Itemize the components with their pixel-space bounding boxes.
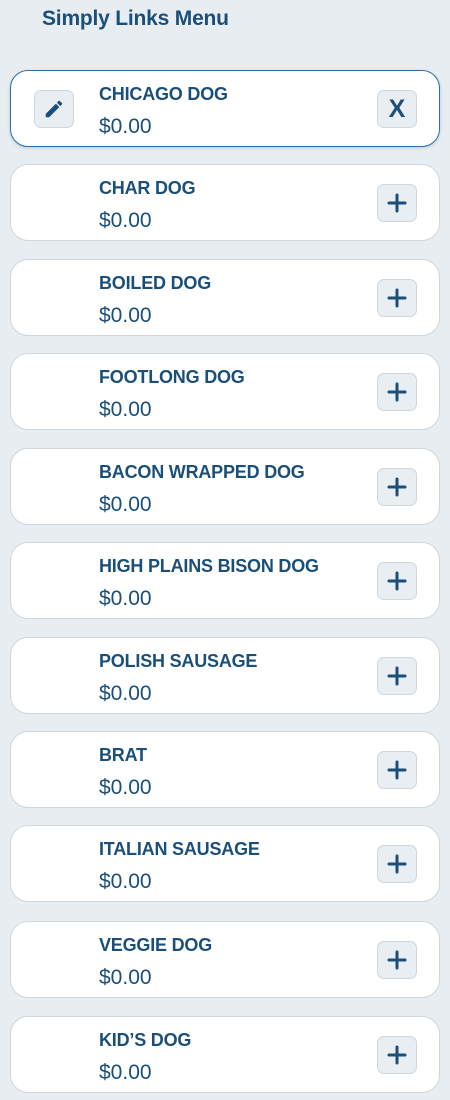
pencil-icon <box>45 100 63 118</box>
item-name: FOOTLONG DOG <box>99 367 245 387</box>
item-name: HIGH PLAINS BISON DOG <box>99 556 319 576</box>
plus-icon <box>387 760 407 780</box>
item-name: CHAR DOG <box>99 178 196 198</box>
plus-icon <box>387 382 407 402</box>
menu-item[interactable]: ITALIAN SAUSAGE $0.00 <box>10 825 440 902</box>
add-button[interactable] <box>377 1036 417 1074</box>
remove-button[interactable]: X <box>377 90 417 128</box>
plus-icon <box>387 950 407 970</box>
add-button[interactable] <box>377 562 417 600</box>
plus-icon <box>387 477 407 497</box>
menu-item[interactable]: CHICAGO DOG $0.00 X <box>10 70 440 147</box>
item-name: CHICAGO DOG <box>99 84 228 104</box>
item-name: ITALIAN SAUSAGE <box>99 839 260 859</box>
item-name: KID’S DOG <box>99 1030 192 1050</box>
plus-icon <box>387 1045 407 1065</box>
plus-icon <box>387 666 407 686</box>
add-button[interactable] <box>377 279 417 317</box>
menu-item[interactable]: POLISH SAUSAGE $0.00 <box>10 637 440 714</box>
plus-icon <box>387 854 407 874</box>
menu-item[interactable]: HIGH PLAINS BISON DOG $0.00 <box>10 542 440 619</box>
item-price: $0.00 <box>99 1061 152 1084</box>
item-price: $0.00 <box>99 115 152 138</box>
item-price: $0.00 <box>99 209 152 232</box>
add-button[interactable] <box>377 941 417 979</box>
menu-item[interactable]: FOOTLONG DOG $0.00 <box>10 353 440 430</box>
item-name: BRAT <box>99 745 147 765</box>
item-price: $0.00 <box>99 966 152 989</box>
add-button[interactable] <box>377 657 417 695</box>
item-price: $0.00 <box>99 776 152 799</box>
item-price: $0.00 <box>99 493 152 516</box>
menu-item[interactable]: VEGGIE DOG $0.00 <box>10 921 440 998</box>
page-title: Simply Links Menu <box>42 7 229 30</box>
item-name: VEGGIE DOG <box>99 935 213 955</box>
add-button[interactable] <box>377 184 417 222</box>
item-name: POLISH SAUSAGE <box>99 651 258 671</box>
menu-item[interactable]: BACON WRAPPED DOG $0.00 <box>10 448 440 525</box>
item-price: $0.00 <box>99 587 152 610</box>
item-price: $0.00 <box>99 682 152 705</box>
menu-item[interactable]: KID’S DOG $0.00 <box>10 1016 440 1093</box>
menu-item[interactable]: CHAR DOG $0.00 <box>10 164 440 241</box>
item-price: $0.00 <box>99 304 152 327</box>
add-button[interactable] <box>377 468 417 506</box>
add-button[interactable] <box>377 373 417 411</box>
plus-icon <box>387 193 407 213</box>
add-button[interactable] <box>377 845 417 883</box>
edit-button[interactable] <box>34 90 74 128</box>
menu-item[interactable]: BRAT $0.00 <box>10 731 440 808</box>
add-button[interactable] <box>377 751 417 789</box>
item-price: $0.00 <box>99 870 152 893</box>
item-price: $0.00 <box>99 398 152 421</box>
close-icon: X <box>388 94 406 123</box>
plus-icon <box>387 571 407 591</box>
item-name: BOILED DOG <box>99 273 212 293</box>
item-name: BACON WRAPPED DOG <box>99 462 305 482</box>
menu-item[interactable]: BOILED DOG $0.00 <box>10 259 440 336</box>
plus-icon <box>387 288 407 308</box>
